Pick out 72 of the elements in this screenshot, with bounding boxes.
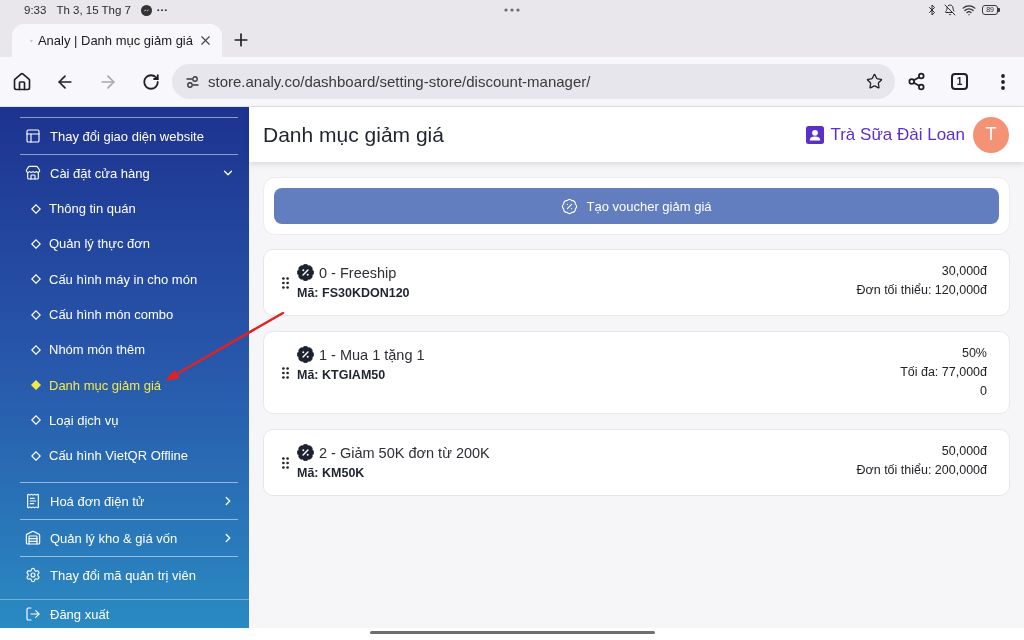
drag-handle-icon[interactable] — [282, 456, 289, 469]
browser-tab[interactable]: Analy | Danh mục giảm giá — [12, 24, 222, 57]
chat-bubble-icon — [141, 4, 152, 16]
tab-switcher-button[interactable]: 1 — [951, 73, 968, 90]
diamond-icon — [31, 450, 41, 461]
voucher-card[interactable]: 2 - Giảm 50K đơn từ 200K Mã: KM50K 50,000đ Đơn tối thiểu: 200,000đ — [263, 429, 1010, 496]
sidebar-subitem[interactable]: Cấu hình món combo — [0, 296, 249, 333]
voucher-detail: Đơn tối thiểu: 120,000đ — [856, 282, 987, 299]
drag-handle-icon[interactable] — [282, 276, 289, 289]
voucher-detail: Tối đa: 77,000đ — [900, 364, 987, 381]
layout-icon — [25, 128, 41, 144]
sidebar-subitem[interactable]: Loại dịch vụ — [0, 402, 249, 439]
voucher-detail: 30,000đ — [941, 263, 987, 280]
diamond-icon — [31, 344, 41, 355]
sidebar-subitem[interactable]: Cấu hình VietQR Offline — [0, 438, 249, 474]
percent-badge-icon — [297, 346, 314, 363]
voucher-title: 1 - Mua 1 tặng 1 — [319, 346, 425, 363]
star-icon[interactable] — [866, 73, 883, 90]
percent-badge-icon — [297, 264, 314, 281]
store-icon — [25, 165, 41, 181]
store-link[interactable]: Trà Sữa Đài Loan — [806, 124, 965, 145]
warehouse-icon — [25, 530, 41, 547]
sidebar-subitem[interactable]: Quản lý thực đơn — [0, 226, 249, 262]
menu-icon — [1000, 73, 1005, 90]
percent-badge-icon — [561, 197, 579, 215]
dots-icon — [157, 8, 167, 12]
sidebar-item[interactable]: Thay đổi mã quản trị viên — [0, 557, 249, 594]
status-time: 9:33 — [24, 4, 47, 16]
sidebar-subitem[interactable]: Nhóm món thêm — [0, 332, 249, 368]
dots-icon — [504, 8, 520, 12]
logout-item[interactable]: Đăng xuất — [0, 601, 249, 628]
settings-icon — [25, 567, 41, 584]
diamond-icon — [31, 380, 41, 391]
page-title: Danh mục giảm giá — [263, 122, 444, 147]
diamond-icon — [31, 203, 41, 214]
home-icon — [11, 71, 32, 92]
diamond-icon — [31, 238, 41, 249]
address-bar[interactable]: store.analy.co/dashboard/setting-store/discount-manager/ — [172, 64, 895, 99]
create-voucher-button[interactable]: Tạo voucher giảm giá — [274, 188, 999, 224]
voucher-detail: 0 — [980, 383, 987, 400]
voucher-title: 0 - Freeship — [319, 264, 397, 281]
contact-icon — [806, 125, 825, 144]
percent-badge-icon — [297, 444, 314, 461]
voucher-card[interactable]: 1 - Mua 1 tặng 1 Mã: KTGIAM50 50% Tối đa: 77,000đ 0 — [263, 331, 1010, 414]
voucher-detail: Đơn tối thiểu: 200,000đ — [856, 462, 987, 479]
sidebar-item[interactable]: Cài đặt cửa hàng — [0, 155, 249, 191]
receipt-icon — [25, 493, 41, 510]
voucher-detail: 50,000đ — [941, 443, 987, 460]
voucher-card[interactable]: 0 - Freeship Mã: FS30KDON120 30,000đ Đơn tối thiểu: 120,000đ — [263, 249, 1010, 316]
sidebar-item[interactable]: Thay đổi giao diện website — [0, 118, 249, 154]
bell-off-icon — [944, 4, 957, 16]
sidebar-subitem[interactable]: Danh mục giảm giá — [0, 367, 249, 403]
sidebar-subitem[interactable]: Thông tin quán — [0, 191, 249, 227]
status-date: Th 3, 15 Thg 7 — [56, 4, 131, 16]
voucher-title: 2 - Giảm 50K đơn từ 200K — [319, 444, 490, 461]
diamond-icon — [31, 274, 41, 285]
logout-icon — [25, 606, 41, 623]
reload-icon — [141, 72, 160, 91]
voucher-code: Mã: KTGIAM50 — [297, 367, 387, 384]
sidebar-item[interactable]: Quản lý kho & giá vốn — [0, 520, 249, 557]
site-settings-icon[interactable] — [186, 75, 199, 88]
wifi-icon — [962, 3, 977, 17]
drag-handle-icon[interactable] — [282, 366, 289, 379]
sidebar-subitem[interactable]: Cấu hình máy in cho món — [0, 261, 249, 297]
voucher-code: Mã: KM50K — [297, 465, 366, 482]
share-icon — [907, 72, 926, 91]
close-icon[interactable] — [198, 33, 213, 48]
voucher-detail: 50% — [961, 345, 987, 362]
sidebar-item[interactable]: Hoá đơn điện tử — [0, 483, 249, 520]
voucher-code: Mã: FS30KDON120 — [297, 285, 410, 302]
diamond-icon — [31, 415, 41, 426]
diamond-icon — [31, 309, 41, 320]
